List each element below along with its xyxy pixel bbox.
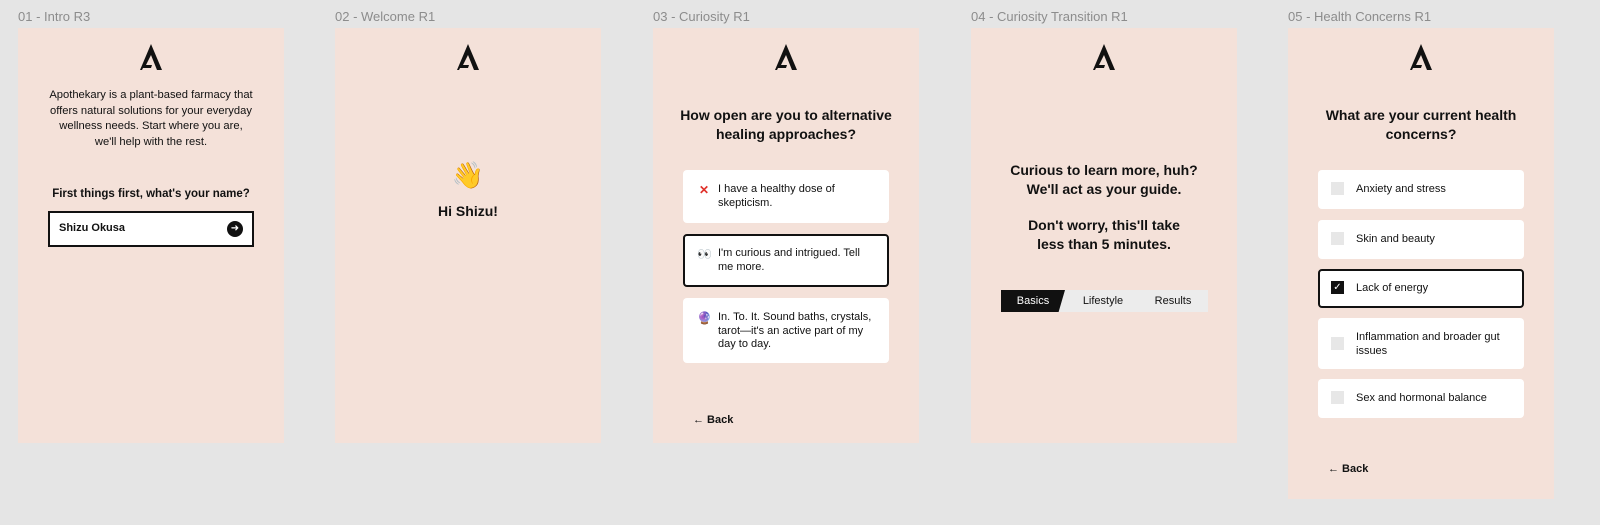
apothekary-logo-icon bbox=[1410, 44, 1432, 70]
apothekary-logo-icon bbox=[1093, 44, 1115, 70]
option-label: I have a healthy dose of skepticism. bbox=[718, 183, 835, 209]
transition-line-2: We'll act as your guide. bbox=[1026, 180, 1182, 197]
apothekary-logo-icon bbox=[775, 44, 797, 70]
frame-curiosity-transition: Curious to learn more, huh? We'll act as… bbox=[971, 28, 1237, 443]
option-label: Lack of energy bbox=[1356, 282, 1429, 294]
concern-hormonal[interactable]: Sex and hormonal balance bbox=[1318, 379, 1524, 418]
name-prompt: First things first, what's your name? bbox=[52, 188, 250, 200]
question-title: How open are you to alternative healing … bbox=[680, 107, 892, 142]
concern-inflammation[interactable]: Inflammation and broader gut issues bbox=[1318, 318, 1524, 369]
option-label: Anxiety and stress bbox=[1356, 183, 1446, 195]
checkbox[interactable] bbox=[1331, 182, 1344, 195]
concern-skin[interactable]: Skin and beauty bbox=[1318, 220, 1524, 259]
waving-hand-icon: 👋 bbox=[451, 160, 485, 190]
option-label: Inflammation and broader gut issues bbox=[1356, 331, 1500, 357]
step-results: Results bbox=[1154, 295, 1192, 307]
checkbox[interactable] bbox=[1331, 232, 1344, 245]
transition-line-3: Don't worry, this'll take bbox=[1028, 217, 1180, 233]
greeting: Hi Shizu! bbox=[438, 203, 498, 219]
option-label: I'm curious and intrigued. Tell me more. bbox=[718, 247, 860, 273]
frame-welcome: 👋 Hi Shizu! bbox=[335, 28, 601, 443]
concern-energy[interactable]: ✓ Lack of energy bbox=[1318, 269, 1524, 308]
red-x-icon: ✕ bbox=[698, 183, 710, 197]
option-curious[interactable]: 👀 I'm curious and intrigued. Tell me mor… bbox=[683, 234, 889, 287]
option-into-it[interactable]: 🔮 In. To. It. Sound baths, crystals, tar… bbox=[683, 298, 889, 363]
frame-label-curiosity-transition[interactable]: 04 - Curiosity Transition R1 bbox=[971, 9, 1128, 24]
option-label: Skin and beauty bbox=[1356, 233, 1435, 245]
checkbox[interactable] bbox=[1331, 391, 1344, 404]
checkbox-checked[interactable]: ✓ bbox=[1331, 281, 1344, 294]
progress-steps: Basics Lifestyle Results bbox=[1001, 290, 1208, 312]
concern-anxiety[interactable]: Anxiety and stress bbox=[1318, 170, 1524, 209]
name-input[interactable]: Shizu Okusa ➜ bbox=[48, 211, 254, 247]
frame-label-curiosity[interactable]: 03 - Curiosity R1 bbox=[653, 9, 750, 24]
back-button[interactable]: ← Back bbox=[1328, 463, 1368, 475]
back-button[interactable]: ← Back bbox=[693, 414, 733, 426]
checkbox[interactable] bbox=[1331, 337, 1344, 350]
step-lifestyle: Lifestyle bbox=[1082, 295, 1124, 307]
step-basics: Basics bbox=[1001, 290, 1065, 312]
option-label: Sex and hormonal balance bbox=[1356, 392, 1487, 404]
frame-intro: Apothekary is a plant-based farmacy that… bbox=[18, 28, 284, 443]
question-title: What are your current health concerns? bbox=[1325, 107, 1517, 142]
intro-text: Apothekary is a plant-based farmacy that… bbox=[49, 89, 253, 148]
name-input-value: Shizu Okusa bbox=[59, 222, 126, 234]
apothekary-logo-icon bbox=[457, 44, 479, 70]
option-skeptic[interactable]: ✕ I have a healthy dose of skepticism. bbox=[683, 170, 889, 223]
frame-label-welcome[interactable]: 02 - Welcome R1 bbox=[335, 9, 435, 24]
crystal-ball-icon: 🔮 bbox=[697, 311, 712, 325]
frame-label-intro[interactable]: 01 - Intro R3 bbox=[18, 9, 90, 24]
transition-line-1: Curious to learn more, huh? bbox=[1010, 162, 1198, 178]
option-label: In. To. It. Sound baths, crystals, tarot… bbox=[718, 311, 872, 350]
arrow-right-circle-icon[interactable]: ➜ bbox=[227, 221, 243, 237]
eyes-icon: 👀 bbox=[697, 247, 712, 261]
transition-message: Curious to learn more, huh? We'll act as… bbox=[971, 161, 1237, 253]
frame-curiosity: How open are you to alternative healing … bbox=[653, 28, 919, 443]
frame-health-concerns: What are your current health concerns? A… bbox=[1288, 28, 1554, 499]
frame-label-health-concerns[interactable]: 05 - Health Concerns R1 bbox=[1288, 9, 1431, 24]
transition-line-4: less than 5 minutes. bbox=[1037, 235, 1171, 252]
apothekary-logo-icon bbox=[140, 44, 162, 70]
